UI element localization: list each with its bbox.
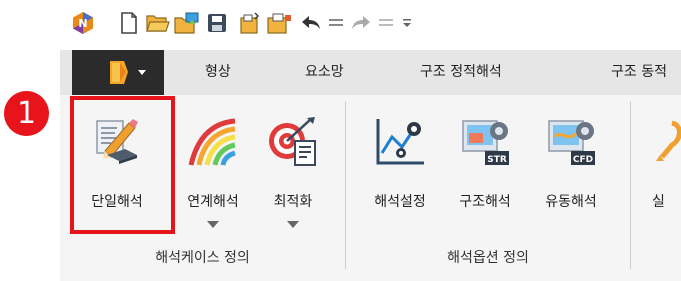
group-label-analysis-case: 해석케이스 정의 bbox=[155, 250, 250, 266]
structural-analysis-label: 구조해석 bbox=[459, 194, 511, 210]
optimization-label: 최적화 bbox=[273, 194, 313, 210]
coupled-analysis-dropdown-icon[interactable] bbox=[207, 221, 219, 228]
analysis-settings-icon bbox=[374, 115, 426, 167]
optimization-icon bbox=[267, 115, 319, 167]
tab-mesh[interactable]: 요소망 bbox=[305, 50, 344, 95]
undo-list-icon[interactable] bbox=[328, 11, 344, 35]
flow-analysis-label: 유동해석 bbox=[545, 194, 597, 210]
analysis-settings-label: 해석설정 bbox=[374, 194, 426, 210]
open-folder-icon[interactable] bbox=[146, 11, 170, 35]
tab-structural-dynamic[interactable]: 구조 동적 bbox=[611, 50, 667, 95]
group-separator bbox=[345, 101, 346, 269]
analysis-settings-button[interactable]: 해석설정 bbox=[355, 105, 445, 235]
highlight-box bbox=[70, 96, 175, 234]
group-label-analysis-option: 해석옵션 정의 bbox=[447, 250, 529, 266]
flow-analysis-icon: CFD bbox=[545, 115, 597, 167]
callout-badge: 1 bbox=[4, 91, 49, 136]
menu-bar: 형상 요소망 구조 정적해석 구조 동적 bbox=[60, 50, 681, 95]
undo-icon[interactable] bbox=[300, 11, 322, 35]
coupled-analysis-button[interactable]: 연계해석 bbox=[168, 105, 258, 235]
app-logo-icon: N bbox=[70, 11, 96, 35]
app-menu-button[interactable] bbox=[72, 50, 164, 95]
svg-text:STR: STR bbox=[487, 155, 507, 165]
new-window-icon[interactable] bbox=[238, 11, 262, 35]
save-icon[interactable] bbox=[206, 11, 228, 35]
import-icon[interactable] bbox=[174, 11, 200, 35]
tab-structural-static[interactable]: 구조 정적해석 bbox=[420, 50, 502, 95]
customize-toolbar-icon[interactable] bbox=[400, 11, 414, 35]
redo-icon[interactable] bbox=[350, 11, 372, 35]
quick-access-toolbar: N bbox=[60, 0, 681, 50]
coupled-analysis-label: 연계해석 bbox=[187, 194, 239, 210]
optimization-button[interactable]: 최적화 bbox=[248, 105, 338, 235]
redo-list-icon[interactable] bbox=[378, 11, 394, 35]
run-icon bbox=[652, 115, 681, 167]
open-window-icon[interactable] bbox=[266, 11, 292, 35]
flow-analysis-button[interactable]: CFD 유동해석 bbox=[526, 105, 616, 235]
optimization-dropdown-icon[interactable] bbox=[287, 221, 299, 228]
svg-text:N: N bbox=[78, 17, 87, 30]
new-file-icon[interactable] bbox=[118, 11, 140, 35]
run-button[interactable]: 실 bbox=[638, 105, 681, 235]
structural-analysis-button[interactable]: STR 구조해석 bbox=[440, 105, 530, 235]
group-separator bbox=[630, 101, 631, 269]
coupled-analysis-icon bbox=[187, 115, 239, 167]
structural-analysis-icon: STR bbox=[459, 115, 511, 167]
tab-shape[interactable]: 형상 bbox=[205, 50, 231, 95]
svg-text:CFD: CFD bbox=[573, 155, 593, 165]
run-label: 실 bbox=[652, 194, 665, 210]
